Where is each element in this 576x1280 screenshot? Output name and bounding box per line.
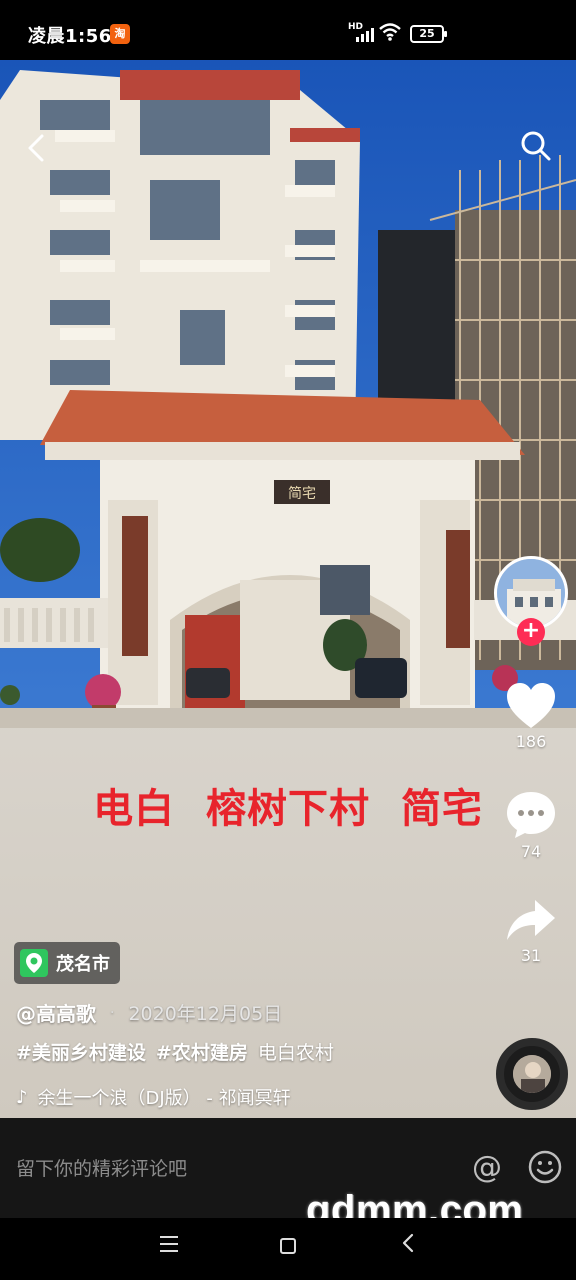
follow-button[interactable]: + bbox=[517, 618, 545, 646]
comment-button[interactable]: 74 bbox=[490, 790, 572, 861]
gate-sign-text: 简宅 bbox=[288, 485, 316, 502]
status-bar: 凌晨1:56 淘 HD 25 bbox=[0, 0, 576, 60]
overlay-text-part: 简宅 bbox=[400, 786, 483, 832]
music-disc-button[interactable] bbox=[496, 1038, 568, 1110]
back-icon[interactable] bbox=[400, 1232, 416, 1254]
overlay-text-part: 电白 bbox=[93, 786, 176, 832]
like-button[interactable]: 186 bbox=[490, 682, 572, 751]
share-arrow-icon bbox=[507, 900, 555, 940]
menu-icon[interactable] bbox=[160, 1236, 178, 1257]
notification-icon: 淘 bbox=[110, 24, 130, 44]
home-icon[interactable] bbox=[280, 1238, 296, 1254]
post-caption: #美丽乡村建设 #农村建房 电白农村 bbox=[16, 1038, 334, 1065]
system-nav-bar bbox=[0, 1218, 576, 1280]
battery-icon: 25 bbox=[410, 25, 447, 43]
search-icon[interactable] bbox=[518, 128, 554, 164]
chevron-left-icon[interactable] bbox=[20, 130, 56, 166]
author-line: @高高歌 · 2020年12月05日 bbox=[16, 998, 282, 1027]
signal-icon bbox=[356, 26, 374, 42]
comment-count: 74 bbox=[520, 842, 542, 861]
separator-dot: · bbox=[110, 1004, 115, 1021]
music-note-icon: ♪ bbox=[16, 1086, 28, 1108]
post-date: 2020年12月05日 bbox=[128, 1003, 283, 1025]
wifi-icon bbox=[379, 23, 401, 41]
share-count: 31 bbox=[520, 946, 542, 965]
comment-bubble-icon bbox=[507, 792, 555, 838]
status-time: 凌晨1:56 bbox=[28, 26, 112, 47]
heart-icon bbox=[507, 683, 555, 728]
music-info[interactable]: ♪ 余生一个浪（DJ版） - 祁闻冥轩 bbox=[16, 1084, 291, 1110]
location-tag[interactable]: 茂名市 bbox=[14, 942, 120, 984]
comment-input[interactable]: 留下你的精彩评论吧 bbox=[16, 1154, 187, 1181]
emoji-icon[interactable] bbox=[528, 1150, 562, 1184]
hashtag-link[interactable]: #美丽乡村建设 bbox=[16, 1038, 146, 1065]
overlay-text-part: 榕树下村 bbox=[206, 786, 370, 832]
location-label: 茂名市 bbox=[56, 954, 110, 975]
music-disc-cover bbox=[513, 1055, 551, 1093]
caption-text: 电白农村 bbox=[257, 1042, 334, 1064]
at-mention-icon[interactable]: @ bbox=[472, 1150, 502, 1185]
author-name[interactable]: @高高歌 bbox=[16, 998, 96, 1027]
music-title: 余生一个浪（DJ版） - 祁闻冥轩 bbox=[37, 1088, 291, 1109]
hashtag-link[interactable]: #农村建房 bbox=[156, 1038, 248, 1065]
like-count: 186 bbox=[515, 732, 547, 751]
share-button[interactable]: 31 bbox=[490, 898, 572, 965]
location-pin-icon bbox=[20, 949, 48, 977]
